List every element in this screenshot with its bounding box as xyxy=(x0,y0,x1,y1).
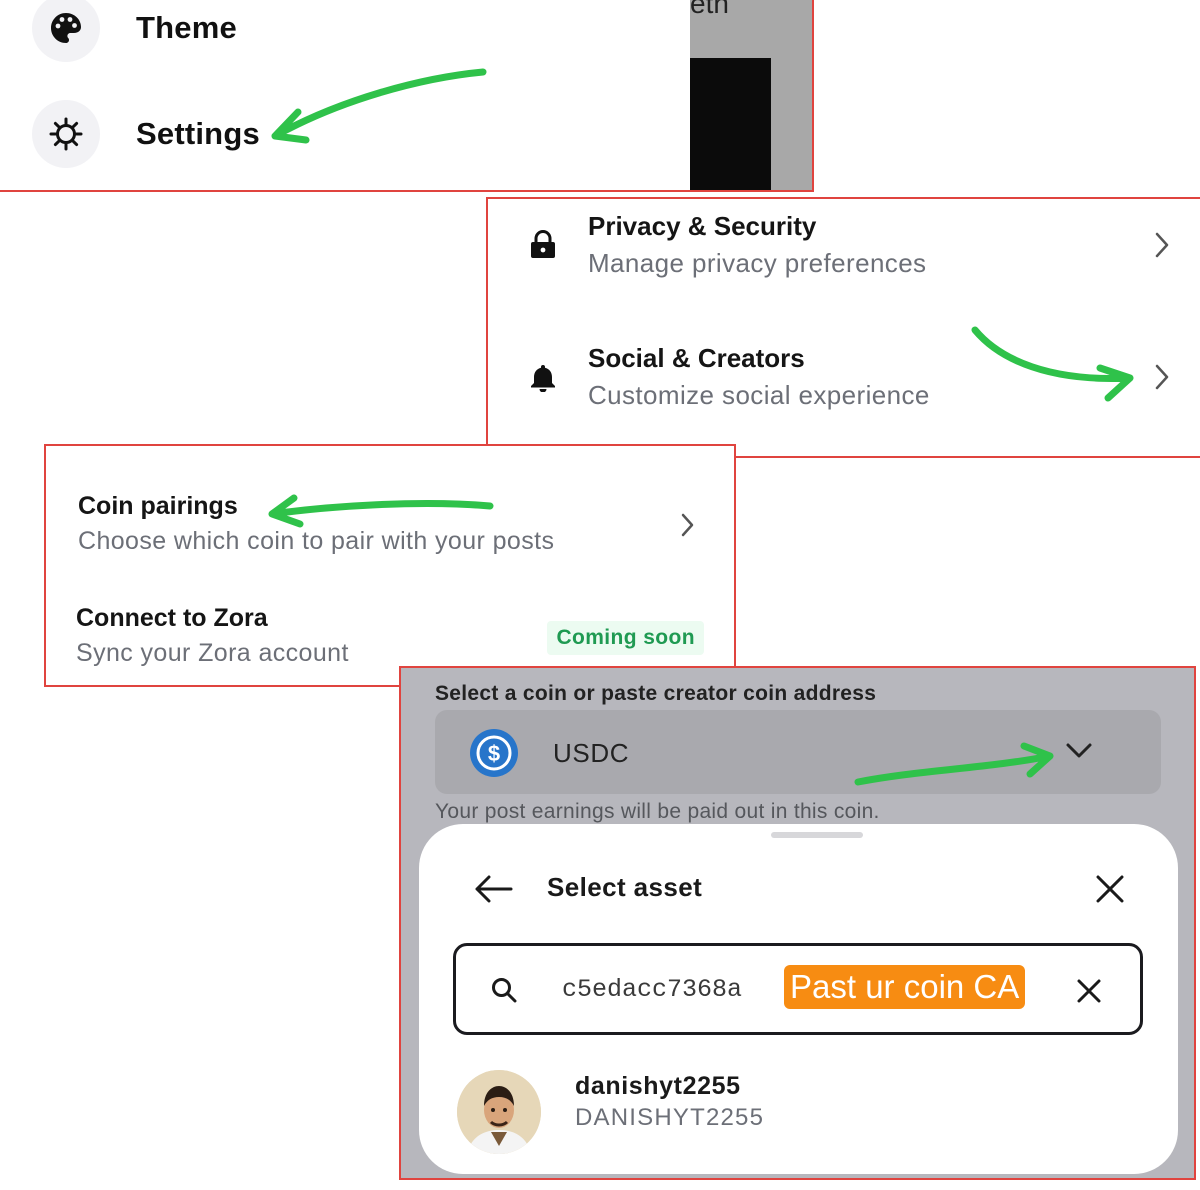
menu-item-label: Settings xyxy=(136,116,260,151)
bell-icon xyxy=(528,362,558,392)
sheet-title: Select asset xyxy=(547,872,703,902)
menu-item-label: Theme xyxy=(136,10,237,45)
coin-pairings-title: Coin pairings xyxy=(78,492,238,520)
avatar xyxy=(457,1070,541,1154)
social-settings-panel: Coin pairings Choose which coin to pair … xyxy=(44,444,736,687)
coin-select-dropdown[interactable]: $ USDC xyxy=(435,710,1161,794)
menu-item-settings[interactable]: Settings xyxy=(32,100,260,168)
background-dark-block xyxy=(690,58,771,190)
coin-pairings-subtitle: Choose which coin to pair with your post… xyxy=(78,527,555,555)
search-value: c5edacc7368a xyxy=(562,975,743,1004)
search-icon xyxy=(490,976,518,1009)
sheet-grabber[interactable] xyxy=(771,832,863,838)
selected-coin-name: USDC xyxy=(553,738,630,768)
menu-panel: Theme Settings eth xyxy=(0,0,814,192)
asset-search-input[interactable]: c5edacc7368a Past ur coin CA xyxy=(453,943,1143,1035)
usdc-icon: $ xyxy=(469,728,519,783)
settings-item-title: Social & Creators xyxy=(588,343,805,373)
payout-note: Your post earnings will be paid out in t… xyxy=(435,800,880,823)
settings-item-subtitle: Manage privacy preferences xyxy=(588,248,927,278)
settings-item-subtitle: Customize social experience xyxy=(588,380,930,410)
asset-name: danishyt2255 xyxy=(575,1072,741,1100)
coming-soon-badge: Coming soon xyxy=(547,621,704,655)
settings-item-privacy[interactable]: Privacy & Security Manage privacy prefer… xyxy=(528,211,1174,279)
chevron-right-icon[interactable] xyxy=(1150,363,1174,391)
svg-text:$: $ xyxy=(488,741,500,766)
paste-ca-callout: Past ur coin CA xyxy=(784,965,1026,1009)
settings-item-social[interactable]: Social & Creators Customize social exper… xyxy=(528,343,1174,411)
chevron-right-icon[interactable] xyxy=(680,512,696,543)
gear-icon xyxy=(32,100,100,168)
close-icon[interactable] xyxy=(1095,874,1125,909)
back-arrow-icon[interactable] xyxy=(473,874,513,909)
background-text: eth xyxy=(690,0,729,19)
palette-icon xyxy=(32,0,100,62)
menu-item-theme[interactable]: Theme xyxy=(32,0,237,62)
coin-pairing-panel: Select a coin or paste creator coin addr… xyxy=(399,666,1196,1180)
lock-icon xyxy=(528,230,558,260)
connect-zora-title: Connect to Zora xyxy=(76,604,268,632)
chevron-down-icon[interactable] xyxy=(1065,742,1093,765)
settings-item-title: Privacy & Security xyxy=(588,211,817,241)
chevron-right-icon[interactable] xyxy=(1150,231,1174,259)
coin-select-label: Select a coin or paste creator coin addr… xyxy=(435,682,877,705)
background-page-strip: eth xyxy=(690,0,812,190)
settings-panel: Privacy & Security Manage privacy prefer… xyxy=(486,197,1200,458)
clear-search-icon[interactable] xyxy=(1076,978,1102,1009)
connect-zora-subtitle: Sync your Zora account xyxy=(76,639,349,667)
select-asset-sheet: Select asset c5edacc7368a Past ur coin C… xyxy=(419,824,1178,1174)
asset-symbol: DANISHYT2255 xyxy=(575,1104,765,1131)
